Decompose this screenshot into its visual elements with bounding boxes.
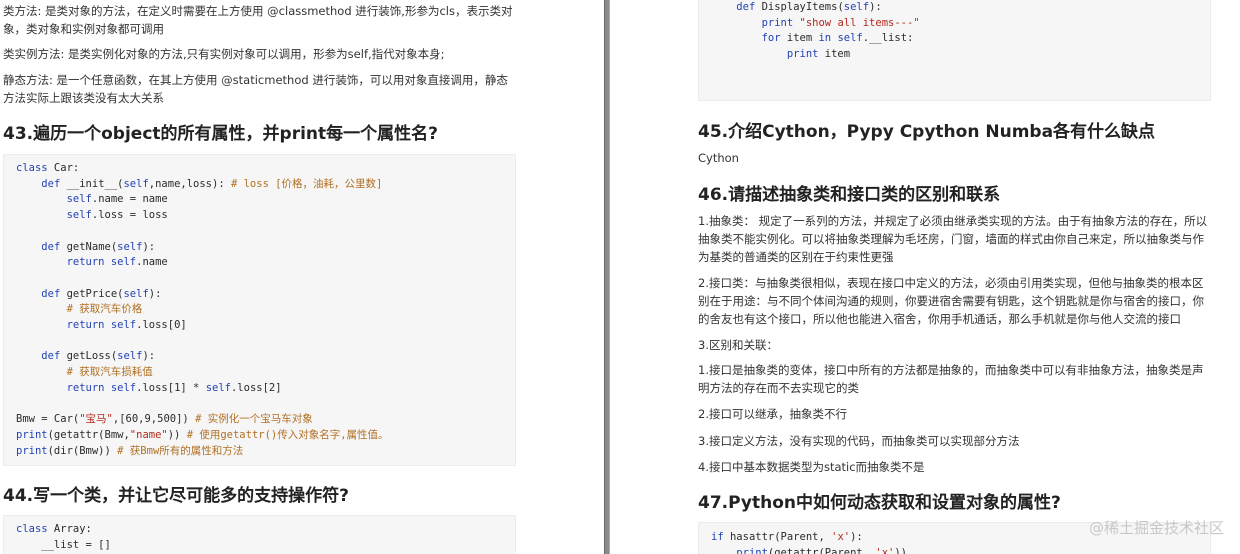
heading-q45: 45.介绍Cython，Pypy Cpython Numba各有什么缺点 xyxy=(698,122,1156,142)
instance-method-description: 类实例方法: 是类实例化对象的方法,只有实例对象可以调用，形参为self,指代对… xyxy=(3,47,445,61)
code-line: for item in self.__list: xyxy=(761,32,914,45)
site-watermark: @稀土掘金技术社区 xyxy=(1088,519,1224,537)
code-line: return self.loss[1] * self.loss[2] xyxy=(66,381,282,394)
code-text-q47: if hasattr(Parent, 'x'): print(getattr(P… xyxy=(711,530,907,554)
answer-q46-point-3: 3.接口定义方法，没有实现的代码，而抽象类可以实现部分方法 xyxy=(698,434,1020,448)
code-text-q43: class Car: def __init__(self,name,loss):… xyxy=(16,161,389,459)
code-line: def getLoss(self): xyxy=(41,350,156,363)
answer-q45: Cython xyxy=(698,151,739,165)
code-line: return self.loss[0] xyxy=(66,319,187,332)
code-line: print item xyxy=(786,48,851,61)
code-line: print(dir(Bmw)) # 获Bmw所有的属性和方法 xyxy=(16,444,244,457)
code-line: def __init__(self,name,loss): # loss [价格… xyxy=(41,177,383,190)
code-block-q44: class Array: __list = [] xyxy=(3,515,516,554)
code-line: self.loss = loss xyxy=(66,209,168,222)
answer-q46-point-4: 4.接口中基本数据类型为static而抽象类不是 xyxy=(698,460,925,474)
staticmethod-description: 静态方法: 是一个任意函数，在其上方使用 @staticmethod 进行装饰，… xyxy=(3,73,508,105)
code-line: Bmw = Car("宝马",[60,9,500]) # 实例化一个宝马车对象 xyxy=(16,413,313,426)
code-line: # 获取汽车价格 xyxy=(66,303,143,316)
answer-q46-interface-class: 2.接口类：与抽象类很相似，表现在接口中定义的方法，必须由引用类实现，但他与抽象… xyxy=(698,276,1204,326)
code-line: if hasattr(Parent, 'x'): xyxy=(711,531,863,543)
code-line: class Array: xyxy=(16,523,92,535)
answer-q46-point-1: 1.接口是抽象类的变体，接口中所有的方法都是抽象的，而抽象类中可以有非抽象方法，… xyxy=(698,363,1204,395)
code-line: print(getattr(Parent, 'x')) xyxy=(736,546,907,554)
code-line: print(getattr(Bmw,"name")) # 使用getattr()… xyxy=(16,428,389,441)
code-line: def getName(self): xyxy=(41,240,156,253)
code-text-display-items: def DisplayItems(self): print "show all … xyxy=(711,0,920,63)
heading-q44: 44.写一个类，并让它尽可能多的支持操作符? xyxy=(3,486,349,506)
code-text-q44: class Array: __list = [] xyxy=(16,522,111,553)
code-line: def DisplayItems(self): xyxy=(736,1,882,13)
heading-q47: 47.Python中如何动态获取和设置对象的属性? xyxy=(698,493,1061,513)
left-document-column: 类方法: 是类对象的方法，在定义时需要在上方使用 @classmethod 进行… xyxy=(0,0,604,554)
code-line: __list = [] xyxy=(16,538,111,551)
code-line: return self.name xyxy=(66,256,168,269)
answer-q46-relations-title: 3.区别和关联： xyxy=(698,338,778,352)
code-block-display-items: def DisplayItems(self): print "show all … xyxy=(698,0,1211,101)
heading-q43: 43.遍历一个object的所有属性，并print每一个属性名? xyxy=(3,124,438,144)
classmethod-description: 类方法: 是类对象的方法，在定义时需要在上方使用 @classmethod 进行… xyxy=(3,4,513,36)
code-line: self.name = name xyxy=(66,193,168,206)
code-line: print "show all items---" xyxy=(761,16,920,29)
code-line: def getPrice(self): xyxy=(41,287,162,300)
code-block-q43: class Car: def __init__(self,name,loss):… xyxy=(3,154,516,466)
right-document-column: def DisplayItems(self): print "show all … xyxy=(610,0,1240,554)
code-line: # 获取汽车损耗值 xyxy=(66,366,153,379)
answer-q46-point-2: 2.接口可以继承，抽象类不行 xyxy=(698,407,847,421)
answer-q46-abstract-class: 1.抽象类： 规定了一系列的方法，并规定了必须由继承类实现的方法。由于有抽象方法… xyxy=(698,214,1208,264)
code-line: class Car: xyxy=(16,162,80,174)
heading-q46: 46.请描述抽象类和接口类的区别和联系 xyxy=(698,185,1001,205)
